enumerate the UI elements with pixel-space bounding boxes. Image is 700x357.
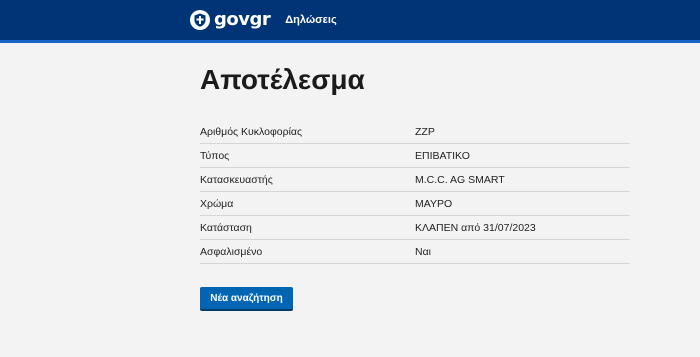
logo-gr-text: gr <box>249 9 271 30</box>
row-value: ZZP <box>415 120 630 144</box>
header-brand: govgr Δηλώσεις <box>190 8 337 32</box>
main-content: Αποτέλεσμα Αριθμός Κυκλοφορίας ZZP Τύπος… <box>200 60 630 311</box>
new-search-button[interactable]: Νέα αναζήτηση <box>200 287 293 311</box>
result-table: Αριθμός Κυκλοφορίας ZZP Τύπος ΕΠΙΒΑΤΙΚΟ … <box>200 120 630 264</box>
row-label: Χρώμα <box>200 191 415 216</box>
greek-emblem-icon <box>190 10 210 30</box>
govgr-logo[interactable]: govgr <box>214 9 271 30</box>
row-label: Τύπος <box>200 143 415 168</box>
row-value: ΕΠΙΒΑΤΙΚΟ <box>415 143 630 168</box>
table-row: Ασφαλισμένο Ναι <box>200 239 630 264</box>
nav-link-declarations[interactable]: Δηλώσεις <box>285 10 336 30</box>
row-value: Ναι <box>415 239 630 264</box>
row-value: ΚΛΑΠΕΝ από 31/07/2023 <box>415 215 630 240</box>
table-row: Τύπος ΕΠΙΒΑΤΙΚΟ <box>200 143 630 168</box>
table-row: Αριθμός Κυκλοφορίας ZZP <box>200 120 630 144</box>
table-row: Κατάσταση ΚΛΑΠΕΝ από 31/07/2023 <box>200 215 630 240</box>
row-label: Κατάσταση <box>200 215 415 240</box>
row-value: ΜΑΥΡΟ <box>415 191 630 216</box>
row-label: Κατασκευαστής <box>200 167 415 192</box>
logo-gov-text: gov <box>214 9 250 30</box>
top-header: govgr Δηλώσεις <box>0 0 700 43</box>
row-label: Αριθμός Κυκλοφορίας <box>200 120 415 144</box>
row-label: Ασφαλισμένο <box>200 239 415 264</box>
page-title: Αποτέλεσμα <box>200 64 365 95</box>
row-value: M.C.C. AG SMART <box>415 167 630 192</box>
table-row: Χρώμα ΜΑΥΡΟ <box>200 191 630 216</box>
table-row: Κατασκευαστής M.C.C. AG SMART <box>200 167 630 192</box>
